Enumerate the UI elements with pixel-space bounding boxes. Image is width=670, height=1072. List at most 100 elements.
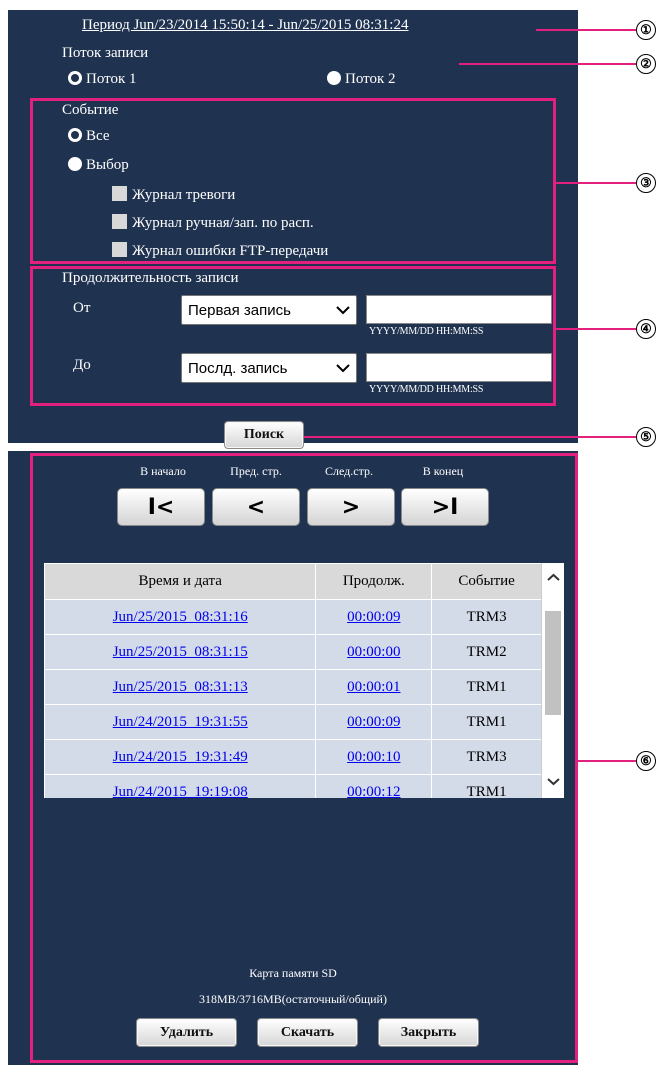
event-cell: TRM1 — [466, 713, 507, 730]
table-cell[interactable]: 00:00:12 — [315, 774, 433, 799]
to-label: До — [73, 357, 91, 373]
event-cell: TRM1 — [466, 678, 507, 695]
from-format-hint: YYYY/MM/DD HH:MM:SS — [369, 326, 484, 337]
scrollbar-thumb[interactable] — [545, 611, 561, 715]
last-page-button[interactable]: >I — [401, 488, 489, 526]
chevron-down-icon[interactable] — [547, 777, 560, 786]
event-cell: TRM3 — [466, 748, 507, 765]
table-cell[interactable]: 00:00:09 — [315, 704, 433, 740]
to-format-hint: YYYY/MM/DD HH:MM:SS — [369, 384, 484, 395]
checkbox-alarm-log[interactable]: Журнал тревоги — [112, 186, 235, 204]
nav-next-label: След.стр. — [325, 464, 373, 478]
radio-icon[interactable] — [68, 157, 82, 171]
duration-title: Продолжительность записи — [62, 270, 239, 286]
results-table: Время и дата Продолж. Событие Jun/25/201… — [44, 563, 542, 798]
table-row: Jun/24/2015 19:19:08 00:00:12 TRM1 — [44, 774, 542, 799]
next-page-button[interactable]: > — [307, 488, 395, 526]
datetime-link[interactable]: Jun/24/2015 19:19:08 — [113, 784, 248, 799]
event-all-radio[interactable]: Все — [68, 128, 110, 145]
checkbox-icon[interactable] — [112, 242, 127, 257]
prev-page-button[interactable]: < — [212, 488, 300, 526]
radio-icon[interactable] — [68, 128, 82, 142]
results-table-viewport[interactable]: Время и дата Продолж. Событие Jun/25/201… — [44, 563, 564, 798]
table-cell: TRM3 — [431, 599, 542, 635]
table-cell: TRM2 — [431, 634, 542, 670]
table-cell[interactable]: 00:00:00 — [315, 634, 433, 670]
table-cell: TRM1 — [431, 704, 542, 740]
download-button[interactable]: Скачать — [257, 1018, 358, 1047]
table-cell[interactable]: Jun/25/2015 08:31:16 — [44, 599, 317, 635]
event-section — [30, 98, 556, 264]
callout-6: ⑥ — [636, 751, 656, 771]
stream-option-2[interactable]: Поток 2 — [327, 71, 396, 88]
table-row: Jun/25/2015 08:31:16 00:00:09 TRM3 — [44, 599, 542, 635]
from-select[interactable]: Первая запись — [181, 295, 357, 325]
nav-last-label: В конец — [422, 464, 464, 478]
duration-link[interactable]: 00:00:09 — [347, 609, 400, 625]
event-cell: TRM1 — [466, 783, 507, 799]
to-select[interactable]: Послд. запись — [181, 353, 357, 383]
event-cell: TRM2 — [466, 643, 507, 660]
table-cell[interactable]: 00:00:09 — [315, 599, 433, 635]
from-datetime-input[interactable] — [366, 295, 552, 324]
duration-link[interactable]: 00:00:01 — [347, 679, 400, 695]
chevron-down-icon — [336, 364, 350, 373]
table-cell: TRM1 — [431, 669, 542, 705]
table-cell[interactable]: Jun/24/2015 19:31:55 — [44, 704, 317, 740]
table-row: Jun/24/2015 19:31:49 00:00:10 TRM3 — [44, 739, 542, 775]
stream-option-1[interactable]: Поток 1 — [68, 71, 137, 88]
to-datetime-input[interactable] — [366, 353, 552, 382]
table-cell[interactable]: Jun/24/2015 19:31:49 — [44, 739, 317, 775]
callout-line-5 — [304, 436, 636, 438]
checkbox-icon[interactable] — [112, 186, 127, 201]
duration-link[interactable]: 00:00:09 — [347, 714, 400, 730]
table-cell: TRM3 — [431, 739, 542, 775]
table-cell[interactable]: 00:00:01 — [315, 669, 433, 705]
close-button[interactable]: Закрыть — [378, 1018, 479, 1047]
from-label: От — [73, 300, 91, 316]
checkbox-icon[interactable] — [112, 214, 127, 229]
datetime-link[interactable]: Jun/25/2015 08:31:13 — [113, 679, 248, 695]
callout-5: ⑤ — [636, 427, 656, 447]
checkbox-manual-log[interactable]: Журнал ручная/зап. по расп. — [112, 214, 314, 232]
table-row: Jun/25/2015 08:31:15 00:00:00 TRM2 — [44, 634, 542, 670]
event-select-radio[interactable]: Выбор — [68, 157, 129, 174]
callout-line-2 — [459, 63, 636, 65]
callout-line-4 — [556, 328, 636, 330]
datetime-link[interactable]: Jun/25/2015 08:31:16 — [113, 609, 248, 625]
table-cell[interactable]: Jun/24/2015 19:19:08 — [44, 774, 317, 799]
table-cell[interactable]: Jun/25/2015 08:31:13 — [44, 669, 317, 705]
radio-icon[interactable] — [68, 71, 82, 85]
first-page-button[interactable]: I< — [117, 488, 205, 526]
period-link[interactable]: Период Jun/23/2014 15:50:14 - Jun/25/201… — [82, 17, 408, 34]
datetime-link[interactable]: Jun/24/2015 19:31:49 — [113, 749, 248, 765]
datetime-link[interactable]: Jun/25/2015 08:31:15 — [113, 644, 248, 660]
datetime-link[interactable]: Jun/24/2015 19:31:55 — [113, 714, 248, 730]
table-cell[interactable]: Jun/25/2015 08:31:15 — [44, 634, 317, 670]
delete-button[interactable]: Удалить — [136, 1018, 237, 1047]
table-cell: TRM1 — [431, 774, 542, 799]
duration-link[interactable]: 00:00:10 — [347, 749, 400, 765]
sd-card-title: Карта памяти SD — [249, 966, 337, 980]
nav-prev-label: Пред. стр. — [230, 464, 282, 478]
table-row: Jun/25/2015 08:31:13 00:00:01 TRM1 — [44, 669, 542, 705]
chevron-up-icon[interactable] — [547, 573, 560, 582]
event-cell: TRM3 — [466, 608, 507, 625]
duration-link[interactable]: 00:00:12 — [347, 784, 400, 799]
table-cell[interactable]: 00:00:10 — [315, 739, 433, 775]
nav-first-label: В начало — [140, 464, 186, 478]
col-datetime-header: Время и дата — [44, 563, 317, 600]
callout-3: ③ — [636, 173, 656, 193]
radio-icon[interactable] — [327, 71, 341, 85]
table-scrollbar[interactable] — [541, 563, 564, 798]
col-event-header: Событие — [431, 563, 542, 600]
sd-card-usage: 318MB/3716MB(остаточный/общий) — [199, 992, 387, 1006]
duration-link[interactable]: 00:00:00 — [347, 644, 400, 660]
callout-1: ① — [636, 20, 656, 40]
table-row: Jun/24/2015 19:31:55 00:00:09 TRM1 — [44, 704, 542, 740]
chevron-down-icon — [336, 306, 350, 315]
event-title: Событие — [62, 102, 119, 118]
checkbox-ftp-log[interactable]: Журнал ошибки FTP-передачи — [112, 242, 328, 260]
search-button[interactable]: Поиск — [224, 421, 304, 449]
callout-line-1 — [536, 29, 636, 31]
